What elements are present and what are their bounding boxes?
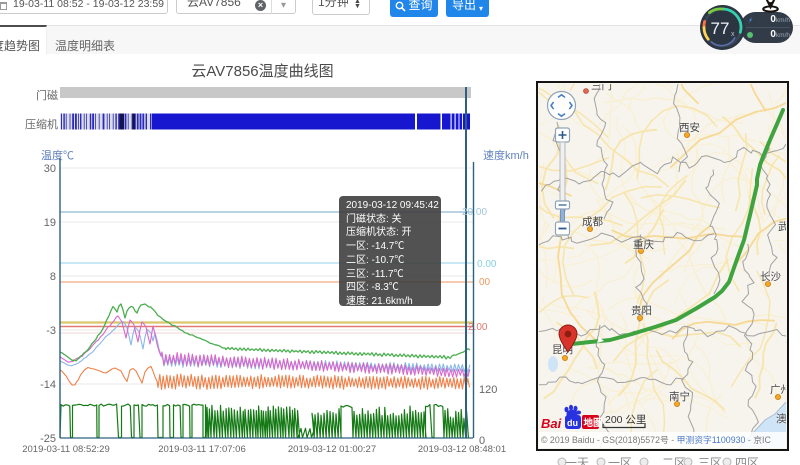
svg-text:0.00: 0.00 <box>477 259 497 270</box>
svg-text:du: du <box>567 418 578 428</box>
svg-text:武: 武 <box>778 220 786 233</box>
svg-text:2019-03-12 08:48:01: 2019-03-12 08:48:01 <box>418 444 506 455</box>
svg-text:200 公里: 200 公里 <box>605 414 646 426</box>
svg-text:三门: 三门 <box>591 84 612 92</box>
svg-text:8: 8 <box>50 271 56 283</box>
svg-text:19: 19 <box>44 217 56 229</box>
svg-text:120: 120 <box>479 384 497 396</box>
svg-text:地图: 地图 <box>584 417 603 429</box>
svg-text:西安: 西安 <box>679 121 700 134</box>
svg-text:30: 30 <box>44 163 56 175</box>
svg-text:南宁: 南宁 <box>669 390 690 403</box>
svg-text:© 2019 Baidu - GS(2018)5572号 -: © 2019 Baidu - GS(2018)5572号 - 甲测资字11009… <box>541 434 771 445</box>
svg-text:重庆: 重庆 <box>633 238 654 251</box>
svg-text:一天: 一天 <box>565 456 589 465</box>
svg-text:2019-03-11 08:52:29: 2019-03-11 08:52:29 <box>22 444 110 455</box>
svg-text:一区: 一区 <box>608 456 632 465</box>
svg-text:x: x <box>731 31 735 38</box>
svg-text:2.00: 2.00 <box>468 322 488 333</box>
svg-text:成都: 成都 <box>582 216 603 228</box>
svg-text:-3: -3 <box>46 325 56 337</box>
svg-text:贵阳: 贵阳 <box>631 304 652 317</box>
svg-text:澳: 澳 <box>776 412 786 425</box>
svg-text:2019-03-11 17:07:06: 2019-03-11 17:07:06 <box>158 444 246 455</box>
svg-text:20.00: 20.00 <box>462 207 487 218</box>
svg-text:2019-03-12 01:00:27: 2019-03-12 01:00:27 <box>288 444 376 455</box>
svg-text:四区: 四区 <box>735 456 759 465</box>
svg-text:二区: 二区 <box>662 456 686 465</box>
svg-text:77: 77 <box>711 19 730 38</box>
svg-text:Bai: Bai <box>541 416 562 431</box>
svg-text:三区: 三区 <box>698 456 722 465</box>
svg-text:广州: 广州 <box>770 384 786 396</box>
svg-text:00: 00 <box>479 277 491 288</box>
svg-text:长沙: 长沙 <box>760 271 781 283</box>
svg-text:-14: -14 <box>40 379 56 391</box>
